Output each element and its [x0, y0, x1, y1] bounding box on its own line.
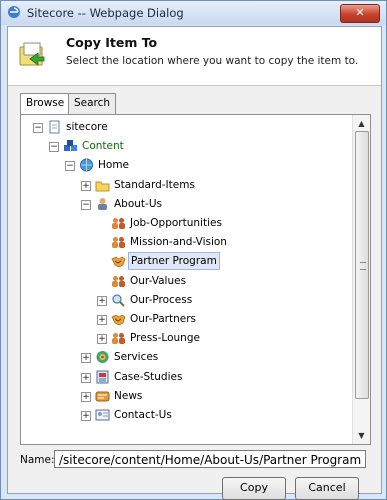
handshake-icon — [111, 256, 126, 268]
tree-node-label: Content — [82, 140, 124, 153]
tree-node-label: Partner Program — [128, 252, 220, 271]
person-icon — [98, 197, 107, 210]
people-icon — [112, 333, 125, 345]
tree-node[interactable]: + Case-Studies — [21, 368, 351, 386]
close-button[interactable]: ✕ — [340, 4, 380, 23]
expand-icon[interactable]: + — [81, 372, 91, 383]
tree-node[interactable]: Job-Opportunities — [21, 214, 351, 232]
collapse-icon[interactable]: − — [33, 123, 43, 133]
dialog-title: Copy Item To — [66, 35, 158, 50]
tree-node-label: News — [114, 389, 143, 402]
ie-app-icon — [8, 6, 20, 18]
expand-icon[interactable]: + — [81, 391, 91, 402]
dialog-subtitle: Select the location where you want to co… — [66, 55, 359, 67]
people-icon — [112, 275, 125, 287]
expand-icon[interactable]: + — [97, 315, 107, 325]
collapse-icon[interactable]: − — [65, 161, 75, 172]
tree-node-label: Our-Partners — [130, 313, 196, 325]
tree-node[interactable]: + News — [21, 387, 351, 405]
tree-node-label: Our-Process — [130, 293, 193, 306]
tree-node[interactable]: + Contact-Us — [21, 406, 351, 424]
window-title: Sitecore -- Webpage Dialog — [27, 6, 184, 20]
document-icon — [49, 120, 60, 134]
tree-node-label: Case-Studies — [114, 370, 183, 383]
tree-node-label: Contact-Us — [114, 409, 172, 421]
tree-node[interactable]: + Press-Lounge — [21, 329, 351, 347]
name-label: Name: — [20, 454, 55, 466]
copy-item-icon — [19, 42, 45, 66]
tree-node[interactable]: − Home — [21, 156, 351, 174]
tree-node-label: Home — [98, 159, 130, 172]
tree-node[interactable]: Partner Program — [21, 252, 351, 271]
dialog-client: Copy Item To Select the location where y… — [7, 26, 382, 500]
dialog-header: Copy Item To Select the location where y… — [8, 27, 381, 86]
tree-node-label: Mission-and-Vision — [130, 236, 227, 249]
tree-node-label: Standard-Items — [114, 178, 195, 191]
case-studies-icon — [96, 370, 109, 384]
tree-node[interactable]: + Services — [21, 348, 351, 366]
tree-node[interactable]: − Content — [21, 137, 351, 155]
scroll-thumb[interactable] — [355, 131, 369, 399]
name-row: Name: /sitecore/content/Home/About-Us/Pa… — [20, 450, 369, 472]
tree-node-label: Press-Lounge — [130, 332, 200, 345]
content-cubes-icon — [64, 140, 77, 152]
expand-icon[interactable]: + — [81, 180, 91, 191]
dialog-window: Sitecore -- Webpage Dialog ✕ Copy Item T… — [0, 0, 387, 500]
tree-node-label: sitecore — [66, 121, 108, 133]
expand-icon[interactable]: + — [97, 295, 107, 306]
name-field[interactable]: /sitecore/content/Home/About-Us/Partner … — [54, 450, 366, 468]
tree-node-label: Our-Values — [130, 274, 187, 287]
tree-node-label: Services — [114, 351, 159, 364]
vertical-scrollbar[interactable]: ▲ ▼ — [352, 115, 370, 444]
tree-node[interactable]: + Our-Process — [21, 291, 351, 309]
contact-card-icon — [95, 409, 110, 421]
tab-search[interactable]: Search — [68, 93, 117, 114]
handshake-icon — [111, 314, 126, 326]
collapse-icon[interactable]: − — [49, 142, 59, 153]
tab-browse[interactable]: Browse — [20, 93, 71, 115]
scroll-down-arrow-icon[interactable]: ▼ — [353, 427, 370, 444]
dialog-footer: Copy Cancel — [8, 474, 381, 500]
title-bar: Sitecore -- Webpage Dialog ✕ — [1, 1, 386, 25]
magnifier-icon — [112, 294, 125, 307]
home-globe-icon — [80, 158, 93, 172]
tree-node-label: Job-Opportunities — [130, 217, 222, 229]
scroll-up-arrow-icon[interactable]: ▲ — [353, 115, 370, 132]
expand-icon[interactable]: + — [97, 334, 107, 345]
tree-node[interactable]: + Standard-Items — [21, 176, 351, 194]
grip-icon — [360, 262, 366, 270]
tree-node[interactable]: − About-Us — [21, 195, 351, 213]
services-icon — [96, 351, 109, 364]
tree-node-label: About-Us — [114, 197, 162, 210]
people-icon — [112, 237, 125, 249]
tree-node[interactable]: Our-Values — [21, 272, 351, 290]
tree-node[interactable]: Mission-and-Vision — [21, 233, 351, 251]
tree-node[interactable]: + Our-Partners — [21, 310, 351, 328]
expand-icon[interactable]: + — [81, 353, 91, 364]
news-icon — [95, 391, 110, 402]
copy-button[interactable]: Copy — [222, 477, 286, 500]
tree-node[interactable]: − sitecore — [21, 118, 351, 136]
collapse-icon[interactable]: − — [81, 199, 91, 210]
people-icon — [112, 218, 125, 229]
folder-icon — [95, 181, 110, 192]
expand-icon[interactable]: + — [81, 411, 91, 421]
tree-panel: − sitecore − Content − Home + Standard-Items − Ab… — [20, 114, 371, 445]
cancel-button[interactable]: Cancel — [295, 477, 359, 500]
